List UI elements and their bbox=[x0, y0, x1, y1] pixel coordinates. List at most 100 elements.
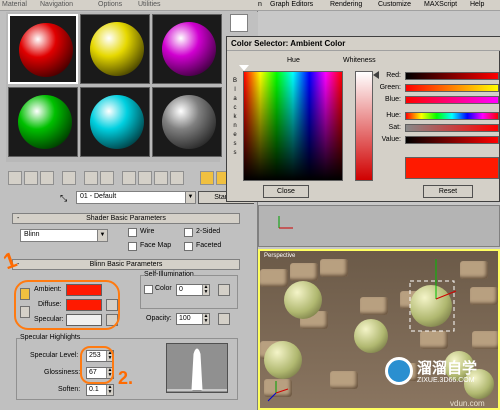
material-name-row: ⤡ 01 - Default ▼ Standar bbox=[4, 190, 258, 206]
hue-header: Hue bbox=[287, 57, 300, 64]
result-color-swatch bbox=[405, 157, 499, 179]
soften-spinner[interactable]: 0.1 ▲ ▼ bbox=[86, 384, 114, 396]
faceted-checkbox[interactable] bbox=[184, 242, 193, 251]
material-sphere bbox=[162, 95, 216, 149]
shader-params-rollout[interactable]: - Shader Basic Parameters bbox=[12, 213, 240, 224]
menu-partial[interactable]: n bbox=[258, 1, 262, 8]
viewport-label[interactable]: Perspective bbox=[264, 253, 295, 259]
opacity-spinner[interactable]: 100 ▲ ▼ bbox=[176, 313, 210, 325]
menu-navigation[interactable]: Navigation bbox=[40, 1, 73, 8]
self-illum-spinner[interactable]: 0 ▲ ▼ bbox=[176, 284, 210, 296]
sample-slot[interactable] bbox=[80, 14, 150, 84]
spinner-arrows-icon: ▲ ▼ bbox=[202, 284, 209, 295]
self-illum-value: 0 bbox=[179, 286, 183, 293]
faceted-label: Faceted bbox=[196, 242, 222, 249]
face-map-label: Face Map bbox=[140, 242, 172, 249]
self-illum-color-checkbox[interactable] bbox=[144, 285, 153, 294]
material-sphere bbox=[162, 22, 216, 76]
blackness-label: Blackness bbox=[232, 78, 237, 156]
wire-checkbox[interactable] bbox=[128, 228, 137, 237]
blinn-params-rollout[interactable]: - Blinn Basic Parameters bbox=[12, 259, 240, 270]
value-slider[interactable] bbox=[405, 136, 499, 144]
shader-params-title: Shader Basic Parameters bbox=[86, 215, 166, 222]
hue-blackness-spectrum[interactable] bbox=[243, 71, 343, 181]
specular-highlights-title: Specular Highlights bbox=[20, 334, 81, 341]
green-label: Green: bbox=[379, 84, 401, 91]
dialog-title: Color Selector: Ambient Color bbox=[227, 37, 500, 51]
close-button[interactable]: Close bbox=[263, 185, 309, 198]
material-sphere bbox=[19, 23, 73, 77]
menu-utilities[interactable]: Utilities bbox=[138, 1, 161, 8]
watermark-brand: 溜溜自学 bbox=[417, 360, 478, 377]
face-map-checkbox[interactable] bbox=[128, 242, 137, 251]
show-end-result-icon[interactable] bbox=[170, 171, 184, 185]
hue-pointer-icon[interactable] bbox=[239, 65, 249, 71]
hue-slider[interactable] bbox=[405, 112, 499, 120]
go-to-parent-icon[interactable] bbox=[200, 171, 214, 185]
whiteness-header: Whiteness bbox=[343, 57, 376, 64]
menu-customize[interactable]: Customize bbox=[378, 1, 411, 8]
material-sphere bbox=[90, 22, 144, 76]
make-copy-icon[interactable] bbox=[84, 171, 98, 185]
blue-slider[interactable] bbox=[405, 96, 499, 104]
watermark-logo-icon bbox=[385, 357, 413, 385]
annotation-circle-colors bbox=[14, 280, 120, 330]
transform-gizmo-icon bbox=[409, 259, 457, 332]
sample-slot[interactable] bbox=[8, 14, 78, 84]
scene-sphere bbox=[284, 281, 322, 319]
menu-bar: Material Navigation Options Utilities n … bbox=[0, 0, 500, 11]
self-illum-label: Self-Illumination bbox=[144, 271, 194, 278]
soften-label: Soften: bbox=[58, 386, 81, 393]
make-unique-icon[interactable] bbox=[100, 171, 114, 185]
glossiness-label: Glossiness: bbox=[44, 369, 81, 376]
sat-slider[interactable] bbox=[405, 124, 499, 132]
annotation-number-two: 2. bbox=[118, 368, 134, 388]
highlight-curve-graph bbox=[166, 343, 228, 393]
opacity-map-button[interactable] bbox=[218, 313, 230, 325]
get-material-icon[interactable] bbox=[8, 171, 22, 185]
watermark: 溜溜自学 ZIXUE.3D66.COM bbox=[385, 355, 500, 395]
hue-label: Hue: bbox=[386, 112, 401, 119]
menu-graph-editors[interactable]: Graph Editors bbox=[270, 1, 313, 8]
material-id-icon[interactable] bbox=[138, 171, 152, 185]
put-to-scene-icon[interactable] bbox=[24, 171, 38, 185]
sample-slots bbox=[6, 12, 222, 162]
menu-material[interactable]: Material bbox=[2, 1, 27, 8]
two-sided-checkbox[interactable] bbox=[184, 228, 193, 237]
sample-slot[interactable] bbox=[152, 87, 222, 157]
opacity-value: 100 bbox=[179, 315, 191, 322]
spinner-arrows-icon: ▲ ▼ bbox=[202, 313, 209, 324]
reset-map-icon[interactable] bbox=[62, 171, 76, 185]
sample-type-icon[interactable] bbox=[230, 14, 248, 32]
scene-sphere bbox=[354, 319, 388, 353]
menu-options[interactable]: Options bbox=[98, 1, 122, 8]
reset-button[interactable]: Reset bbox=[423, 185, 473, 198]
shader-type-dropdown[interactable]: Blinn ▼ bbox=[20, 229, 108, 242]
sample-slot[interactable] bbox=[8, 87, 78, 157]
menu-maxscript[interactable]: MAXScript bbox=[424, 1, 457, 8]
material-sphere bbox=[18, 95, 72, 149]
menu-help[interactable]: Help bbox=[470, 1, 484, 8]
axis-gizmo-icon bbox=[278, 216, 293, 229]
green-slider[interactable] bbox=[405, 84, 499, 92]
material-toolbar bbox=[4, 168, 258, 188]
sample-slot[interactable] bbox=[80, 87, 150, 157]
put-library-icon[interactable] bbox=[122, 171, 136, 185]
self-illum-map-button[interactable] bbox=[218, 284, 230, 296]
specular-level-label: Specular Level: bbox=[30, 352, 79, 359]
red-slider[interactable] bbox=[405, 72, 499, 80]
watermark-footer: vdun.com bbox=[450, 399, 485, 408]
eyedropper-icon[interactable]: ⤡ bbox=[60, 193, 67, 204]
sample-slot[interactable] bbox=[152, 14, 222, 84]
show-map-icon[interactable] bbox=[154, 171, 168, 185]
scene-sphere bbox=[264, 341, 302, 379]
highlight-curve-icon bbox=[167, 348, 227, 391]
sat-label: Sat: bbox=[388, 124, 401, 131]
material-name-text: 01 - Default bbox=[80, 193, 117, 200]
top-viewport[interactable] bbox=[258, 205, 500, 247]
red-label: Red: bbox=[386, 72, 401, 79]
soften-value: 0.1 bbox=[89, 386, 99, 393]
menu-rendering[interactable]: Rendering bbox=[330, 1, 362, 8]
assign-material-icon[interactable] bbox=[40, 171, 54, 185]
material-name-field[interactable]: 01 - Default ▼ bbox=[76, 191, 196, 204]
